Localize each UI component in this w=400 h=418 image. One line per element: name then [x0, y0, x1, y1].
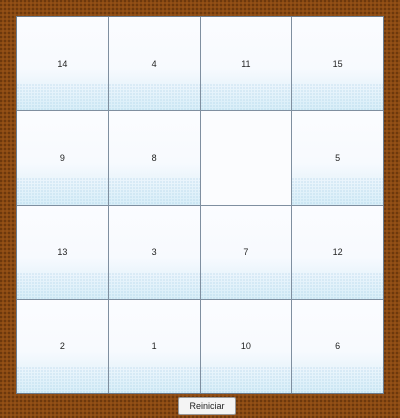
puzzle-tile[interactable]: 15 [292, 17, 383, 111]
empty-slot [200, 111, 292, 205]
tile-number: 10 [240, 341, 251, 352]
tile-number: 13 [57, 247, 68, 258]
puzzle-tile[interactable]: 8 [108, 111, 200, 205]
tile-number: 2 [59, 341, 65, 352]
puzzle-tile[interactable]: 6 [292, 299, 383, 394]
tile-number: 3 [151, 247, 157, 258]
puzzle-tile[interactable]: 2 [17, 299, 108, 394]
puzzle-tile[interactable]: 14 [17, 17, 108, 111]
puzzle-board: 14 4 11 15 9 8 5 13 3 7 12 2 1 10 6 [16, 16, 384, 394]
tile-number: 9 [59, 152, 65, 163]
puzzle-tile[interactable]: 11 [200, 17, 292, 111]
tile-number: 1 [151, 341, 157, 352]
tile-number: 7 [243, 247, 249, 258]
puzzle-tile[interactable]: 12 [292, 205, 383, 300]
puzzle-tile[interactable]: 10 [200, 299, 292, 394]
puzzle-tile[interactable]: 5 [292, 111, 383, 205]
tile-number: 12 [332, 247, 343, 258]
puzzle-tile[interactable]: 13 [17, 205, 108, 300]
puzzle-tile[interactable]: 3 [108, 205, 200, 300]
tile-number: 5 [335, 152, 341, 163]
tile-number: 4 [151, 58, 157, 69]
tile-number: 14 [57, 58, 68, 69]
puzzle-tile[interactable]: 4 [108, 17, 200, 111]
tile-number: 8 [151, 152, 157, 163]
tile-number: 6 [335, 341, 341, 352]
tile-number: 15 [332, 58, 343, 69]
tile-number: 11 [241, 58, 251, 69]
puzzle-tile[interactable]: 1 [108, 299, 200, 394]
puzzle-tile[interactable]: 7 [200, 205, 292, 300]
puzzle-tile[interactable]: 9 [17, 111, 108, 205]
reset-button[interactable]: Reiniciar [178, 397, 236, 415]
